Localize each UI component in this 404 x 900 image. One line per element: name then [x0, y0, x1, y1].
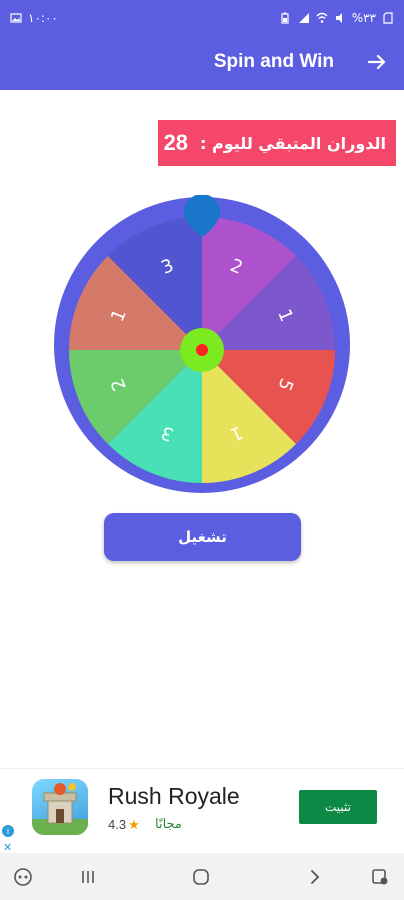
remaining-spins-badge: الدوران المتبقي لليوم : 28: [158, 120, 396, 166]
ad-info-icon[interactable]: i: [2, 825, 14, 837]
sim-icon: [382, 12, 394, 24]
mute-icon: [334, 12, 346, 24]
system-nav-bar: [0, 853, 404, 900]
wifi-icon: [316, 12, 328, 24]
ad-banner[interactable]: Rush Royale 4.3 ★ مجانًا تثبيت i ✕: [0, 768, 404, 854]
status-left: %٣٣: [280, 11, 394, 25]
accessibility-icon[interactable]: [370, 867, 390, 887]
remaining-spins-count: 28: [163, 130, 189, 155]
app-title: Spin and Win: [213, 51, 334, 72]
game-icon[interactable]: [13, 867, 33, 887]
ad-install-button[interactable]: تثبيت: [299, 790, 377, 824]
spin-wheel[interactable]: 21513213: [52, 195, 352, 495]
signal-icon: [298, 12, 310, 24]
ad-price-label: مجانًا: [155, 817, 182, 832]
rush-royale-app-icon[interactable]: [32, 779, 88, 835]
wheel-hub-dot: [196, 344, 208, 356]
ad-rating-value: 4.3: [108, 817, 127, 832]
gallery-icon: [10, 12, 22, 24]
ad-title[interactable]: Rush Royale: [108, 783, 240, 810]
remaining-spins-label: الدوران المتبقي لليوم :: [200, 133, 386, 153]
ad-rating: 4.3 ★: [108, 817, 140, 833]
spin-button[interactable]: تشغيل: [104, 513, 301, 561]
star-icon: ★: [128, 817, 140, 832]
app-bar: Spin and Win: [0, 38, 404, 90]
back-icon[interactable]: [305, 867, 325, 887]
recents-icon[interactable]: [78, 867, 98, 887]
status-bar: ١٠:٠٠ %٣٣: [0, 0, 404, 38]
status-right: ١٠:٠٠: [10, 11, 58, 25]
battery-icon: [280, 12, 292, 24]
arrow-right-icon[interactable]: [366, 51, 388, 73]
status-time: ١٠:٠٠: [28, 11, 58, 25]
battery-percent: %٣٣: [351, 11, 376, 25]
home-icon[interactable]: [191, 867, 211, 887]
